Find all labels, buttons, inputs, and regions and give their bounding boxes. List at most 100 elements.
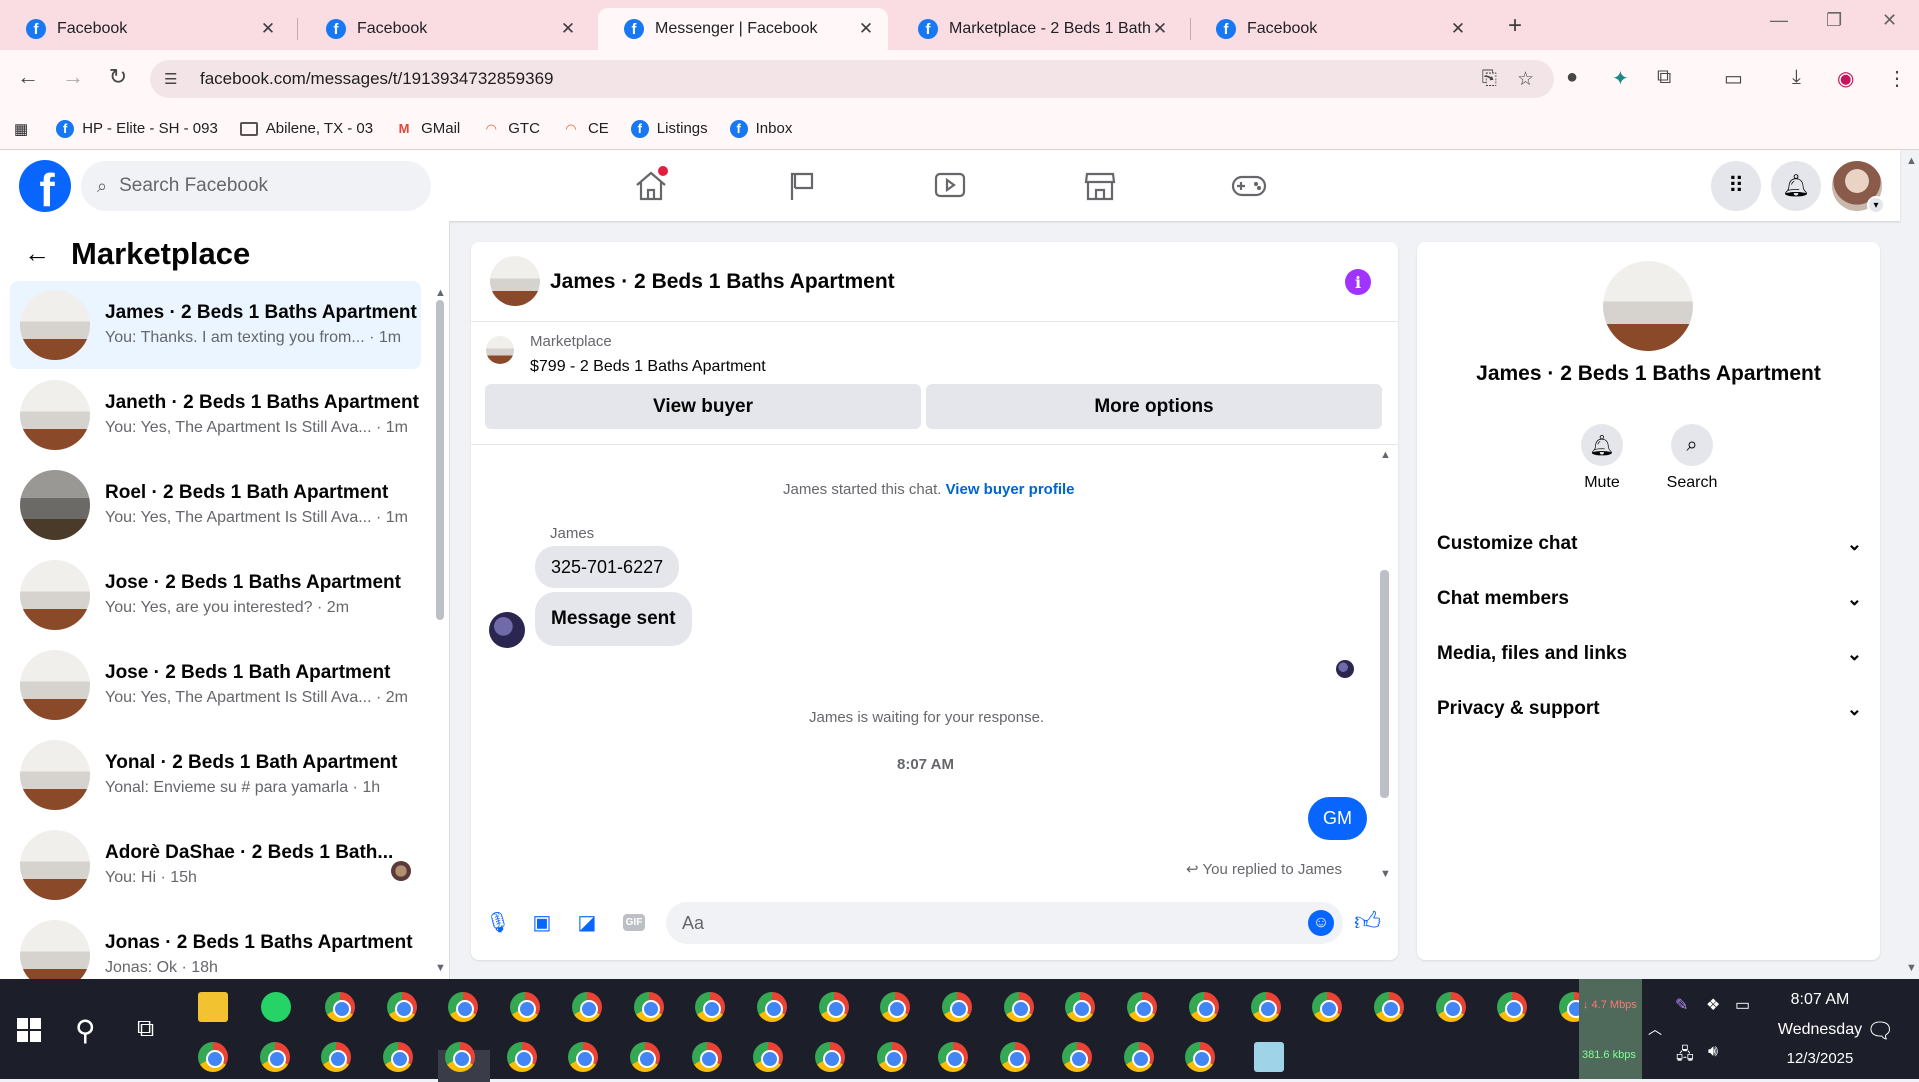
browser-tab[interactable]: f Facebook ✕	[0, 8, 290, 50]
conversation-item[interactable]: Yonal · 2 Beds 1 Bath Apartment Yonal: E…	[10, 731, 421, 819]
download-icon[interactable]: ⤓	[1792, 66, 1801, 89]
close-tab-icon[interactable]: ✕	[856, 19, 876, 39]
chrome-app-icon[interactable]	[325, 992, 355, 1022]
gaming-icon[interactable]	[1228, 168, 1270, 204]
more-options-button[interactable]: More options	[926, 384, 1382, 429]
chrome-app-icon[interactable]	[386, 992, 417, 1022]
sender-avatar[interactable]	[489, 612, 525, 648]
chrome-app-icon[interactable]	[876, 1042, 907, 1072]
conversation-item[interactable]: Jose · 2 Beds 1 Baths Apartment You: Yes…	[10, 551, 421, 639]
pen-icon[interactable]: ✎	[1675, 995, 1688, 1015]
chrome-app-icon[interactable]	[815, 1042, 845, 1072]
tab-search-icon[interactable]: ▭	[1724, 66, 1743, 91]
conversation-item[interactable]: Jose · 2 Beds 1 Bath Apartment You: Yes,…	[10, 641, 421, 729]
page-scroll-down-icon[interactable]: ▼	[1906, 962, 1917, 974]
chrome-app-icon[interactable]	[756, 992, 787, 1022]
new-tab-button[interactable]: +	[1508, 12, 1522, 40]
hidden-icons-chevron-icon[interactable]: ︿	[1648, 1019, 1662, 1039]
scroll-down-icon[interactable]: ▼	[1380, 868, 1391, 880]
message-input[interactable]: Aa ☺	[666, 902, 1343, 944]
chrome-app-icon[interactable]	[1312, 992, 1343, 1022]
page-scroll-up-icon[interactable]: ▲	[1906, 155, 1917, 167]
notifications-bell-icon[interactable]: 🔔︎	[1771, 161, 1821, 211]
conversation-item[interactable]: Jonas · 2 Beds 1 Baths Apartment Jonas: …	[10, 911, 421, 979]
chrome-app-icon[interactable]	[259, 1042, 290, 1072]
marketplace-icon[interactable]	[1079, 168, 1121, 204]
bookmark-item[interactable]: Abilene, TX - 03	[239, 120, 373, 138]
chrome-app-icon[interactable]	[1185, 1042, 1216, 1072]
chrome-app-icon[interactable]	[1373, 992, 1404, 1022]
facebook-logo[interactable]: f	[19, 160, 71, 212]
close-tab-icon[interactable]: ✕	[558, 19, 578, 39]
clock-time[interactable]: 8:07 AM	[1775, 991, 1865, 1009]
chrome-app-icon[interactable]	[383, 1042, 414, 1072]
profile-avatar[interactable]	[1603, 261, 1693, 351]
bookmark-item[interactable]: f Listings	[630, 119, 708, 138]
menu-grid-icon[interactable]: ⠿	[1711, 161, 1761, 211]
chrome-app-icon[interactable]	[691, 1042, 722, 1072]
privacy-support-section[interactable]: Privacy & support ⌄	[1437, 698, 1862, 720]
scroll-up-icon[interactable]: ▲	[1380, 449, 1391, 461]
chrome-app-icon[interactable]	[510, 992, 541, 1022]
chrome-app-icon[interactable]	[1435, 992, 1466, 1022]
scrollbar-thumb[interactable]	[436, 300, 444, 620]
apps-grid-icon[interactable]: ▦	[14, 120, 28, 138]
view-buyer-profile-link[interactable]: View buyer profile	[946, 481, 1075, 498]
profile-icon[interactable]: ◉	[1837, 66, 1854, 91]
back-icon[interactable]: ←	[13, 64, 43, 90]
chat-members-section[interactable]: Chat members ⌄	[1437, 588, 1862, 610]
install-app-icon[interactable]: ⎘	[1482, 68, 1497, 90]
close-window-icon[interactable]: ✕	[1882, 10, 1897, 31]
info-icon[interactable]: i	[1345, 269, 1371, 295]
gif-icon[interactable]: GIF	[618, 908, 650, 936]
bookmark-item[interactable]: M GMail	[395, 120, 461, 138]
conversation-item[interactable]: Roel · 2 Beds 1 Bath Apartment You: Yes,…	[10, 461, 421, 549]
battery-icon[interactable]: ▭	[1735, 995, 1750, 1015]
chrome-app-icon[interactable]	[1250, 992, 1281, 1022]
chrome-app-icon[interactable]	[942, 992, 972, 1022]
view-buyer-button[interactable]: View buyer	[485, 384, 921, 429]
photo-icon[interactable]: ▣	[528, 908, 556, 936]
taskbar-search-icon[interactable]: ⚲	[75, 1014, 96, 1047]
chrome-app-icon[interactable]	[568, 1042, 599, 1072]
incoming-message[interactable]: Message sent	[535, 592, 692, 646]
chrome-app-icon[interactable]	[1000, 1042, 1031, 1072]
chrome-app-icon[interactable]	[633, 992, 664, 1022]
address-bar[interactable]: ☰ facebook.com/messages/t/19139347328593…	[150, 60, 1554, 98]
incoming-message[interactable]: 325-701-6227	[535, 546, 680, 588]
customize-chat-section[interactable]: Customize chat ⌄	[1437, 533, 1862, 555]
close-tab-icon[interactable]: ✕	[258, 19, 278, 39]
microphone-icon[interactable]: 🎙︎	[484, 908, 512, 936]
close-tab-icon[interactable]: ✕	[1150, 19, 1170, 39]
bookmark-item[interactable]: ◠ GTC	[482, 120, 540, 138]
chrome-app-icon[interactable]	[1123, 1042, 1154, 1072]
close-tab-icon[interactable]: ✕	[1448, 19, 1468, 39]
chrome-app-icon[interactable]	[1061, 1042, 1092, 1072]
search-icon[interactable]: ⌕	[1671, 424, 1713, 466]
url-text[interactable]: facebook.com/messages/t/1913934732859369	[200, 69, 1482, 89]
file-explorer-icon[interactable]	[198, 992, 228, 1022]
reload-icon[interactable]: ↻	[103, 64, 133, 90]
volume-icon[interactable]: 🔊︎	[1708, 1043, 1718, 1061]
media-files-links-section[interactable]: Media, files and links ⌄	[1437, 643, 1862, 665]
conversation-item[interactable]: James · 2 Beds 1 Baths Apartment You: Th…	[10, 281, 421, 369]
task-view-icon[interactable]: ⧉	[137, 1015, 154, 1043]
extension-icon[interactable]: ✦	[1612, 66, 1629, 91]
browser-tab-active[interactable]: f Messenger | Facebook ✕	[598, 8, 888, 50]
chrome-app-icon[interactable]	[1188, 992, 1219, 1022]
cookie-extension-icon[interactable]: ●	[1566, 66, 1578, 89]
browser-tab[interactable]: f Facebook ✕	[300, 8, 590, 50]
whatsapp-icon[interactable]	[261, 992, 291, 1022]
bookmark-item[interactable]: f Inbox	[729, 119, 792, 138]
bookmark-item[interactable]: f HP - Elite - SH - 093	[56, 119, 218, 138]
chrome-app-icon[interactable]	[1003, 992, 1034, 1022]
windows-start-icon[interactable]	[17, 1018, 41, 1042]
network-icon[interactable]: 🖧︎	[1676, 1043, 1694, 1070]
sticker-icon[interactable]: ◪	[573, 908, 601, 936]
chrome-app-icon[interactable]	[444, 1042, 475, 1072]
forward-icon[interactable]: →	[58, 64, 88, 90]
bookmark-star-icon[interactable]: ☆	[1517, 68, 1534, 91]
restore-icon[interactable]: ❐	[1826, 10, 1842, 31]
chat-title[interactable]: James · 2 Beds 1 Baths Apartment	[550, 270, 895, 294]
pages-flag-icon[interactable]	[781, 168, 823, 204]
